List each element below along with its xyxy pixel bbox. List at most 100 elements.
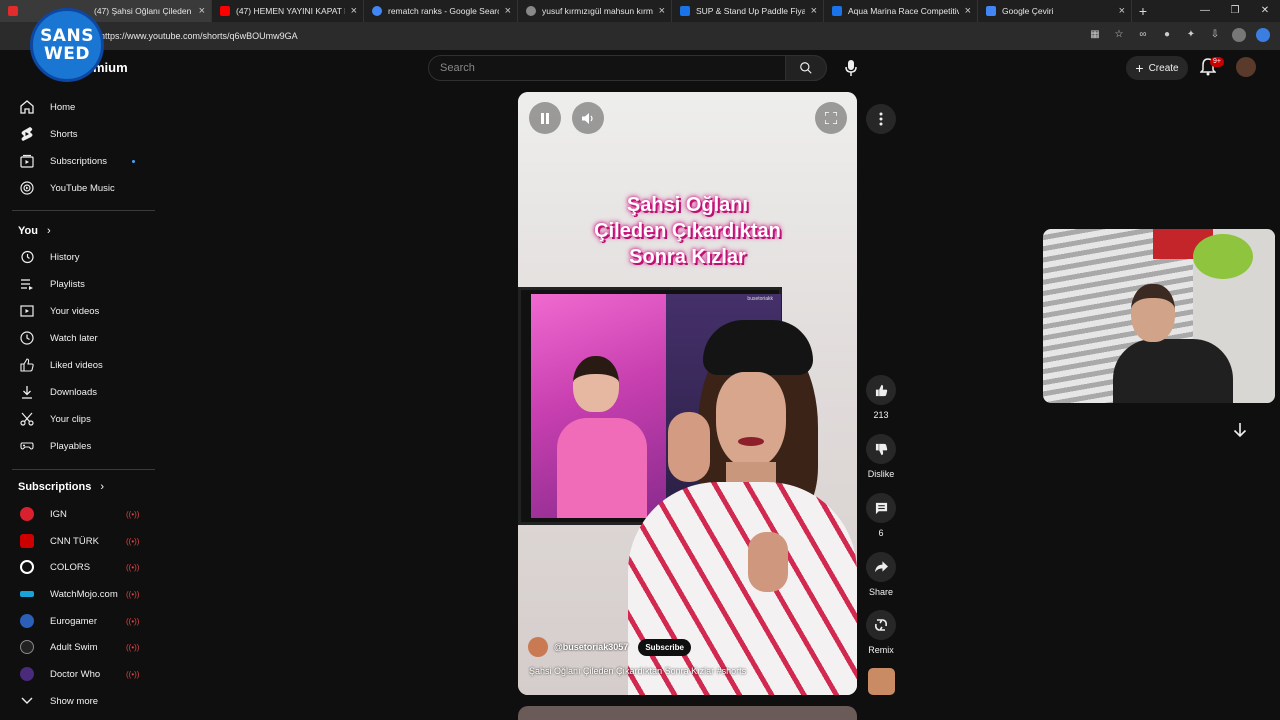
sidebar-item-your-videos[interactable]: Your videos [0, 298, 155, 324]
your-videos-icon [19, 303, 35, 319]
close-tab-icon[interactable]: × [505, 5, 511, 17]
sidebar-item-shorts[interactable]: Shorts [0, 121, 155, 147]
window-controls: — ❐ ✕ [1190, 0, 1280, 22]
scissors-icon [19, 411, 35, 427]
minimize-icon[interactable]: — [1190, 0, 1220, 22]
woman-figure-cap [703, 320, 813, 375]
grid-icon[interactable]: ▦ [1088, 28, 1102, 42]
next-video-button[interactable] [1233, 422, 1251, 440]
woman-figure-face [716, 372, 786, 468]
sidebar-show-more[interactable]: Show more [0, 688, 155, 714]
sidebar-channel-ign[interactable]: IGN ((•)) [0, 501, 155, 527]
channel-avatar [20, 614, 34, 628]
woman-figure-hand [668, 412, 710, 482]
browser-tab[interactable]: rematch ranks - Google Search × [364, 0, 518, 22]
woman-figure-lips [738, 437, 764, 446]
section-title: You [18, 225, 38, 237]
remix-label: Remix [868, 645, 894, 655]
close-tab-icon[interactable]: × [965, 5, 971, 17]
sidebar-channel-colors[interactable]: COLORS ((•)) [0, 554, 155, 580]
channel-handle[interactable]: @busetoriak3057 [554, 642, 628, 652]
subscriptions-icon [19, 153, 35, 169]
search-input[interactable]: Search [428, 55, 786, 81]
more-options-button[interactable] [866, 104, 896, 134]
dislike-button[interactable] [866, 434, 896, 464]
browser-tab[interactable]: (47) HEMEN YAYINI KAPAT KAN × [212, 0, 364, 22]
create-label: Create [1148, 62, 1179, 74]
subscribe-button[interactable]: Subscribe [638, 638, 691, 656]
sidebar-item-playlists[interactable]: Playlists [0, 271, 155, 297]
sidebar-channel-cnn-turk[interactable]: CNN TÜRK ((•)) [0, 528, 155, 554]
sidebar-item-label: History [50, 251, 80, 263]
browser-tab[interactable]: SUP & Stand Up Paddle Fiyatlar × [672, 0, 824, 22]
voice-search-button[interactable] [840, 57, 862, 79]
browser-tab[interactable]: yusuf kırmızıgül mahsun kırmızı × [518, 0, 672, 22]
section-title: Subscriptions [18, 481, 92, 493]
extension-icon[interactable]: ● [1160, 28, 1174, 42]
star-icon[interactable]: ☆ [1112, 28, 1126, 42]
notifications-button[interactable]: 9+ [1200, 57, 1224, 78]
share-button[interactable] [866, 552, 896, 582]
channel-avatar[interactable] [528, 637, 548, 657]
sidebar-item-history[interactable]: History [0, 244, 155, 270]
sidebar-subscriptions-section[interactable]: Subscriptions › [18, 481, 104, 493]
notification-badge: 9+ [1210, 57, 1224, 67]
close-tab-icon[interactable]: × [811, 5, 817, 17]
show-more-label: Show more [50, 695, 99, 707]
search-button[interactable] [785, 55, 827, 81]
tv-watermark: busetoriakk [747, 296, 773, 302]
browser-tab-active[interactable]: (47) Şahsi Oğlanı Çileden Ç × [0, 0, 212, 22]
url-field[interactable]: https://www.youtube.com/shorts/q6wBOUmw9… [84, 26, 1084, 46]
copilot-icon[interactable] [1256, 28, 1270, 42]
short-video-player[interactable]: Şahsi Oğlanı Çileden Çıkardıktan Sonra K… [518, 92, 857, 695]
remix-button[interactable] [866, 610, 896, 640]
sidebar-item-home[interactable]: Home [0, 94, 155, 120]
puzzle-icon[interactable]: ✦ [1184, 28, 1198, 42]
like-button[interactable] [866, 375, 896, 405]
sidebar-item-youtube-music[interactable]: YouTube Music [0, 175, 155, 201]
sidebar-channel-adult-swim[interactable]: Adult Swim ((•)) [0, 634, 155, 660]
account-avatar[interactable] [1236, 57, 1256, 77]
fullscreen-button[interactable] [815, 102, 847, 134]
sidebar-item-subscriptions[interactable]: Subscriptions [0, 148, 155, 174]
close-tab-icon[interactable]: × [659, 5, 665, 17]
sidebar-item-watch-later[interactable]: Watch later [0, 325, 155, 351]
comments-button[interactable] [866, 493, 896, 523]
downloads-icon[interactable]: ⇩ [1208, 28, 1222, 42]
chevron-right-icon: › [47, 225, 51, 237]
pause-button[interactable] [529, 102, 561, 134]
live-icon: ((•)) [126, 589, 140, 599]
next-short-preview[interactable] [518, 706, 857, 720]
sidebar-channel-doctor-who[interactable]: Doctor Who ((•)) [0, 661, 155, 687]
music-icon [19, 180, 35, 196]
sidebar-item-playables[interactable]: Playables [0, 433, 155, 459]
maximize-icon[interactable]: ❐ [1220, 0, 1250, 22]
search-icon [800, 62, 812, 74]
glasses-icon[interactable]: ∞ [1136, 28, 1150, 42]
sidebar-item-label: Playlists [50, 278, 85, 290]
close-tab-icon[interactable]: × [199, 5, 205, 17]
sidebar-you-section[interactable]: You › [18, 225, 51, 237]
create-button[interactable]: + Create [1126, 56, 1188, 80]
close-window-icon[interactable]: ✕ [1250, 0, 1280, 22]
woman-figure-shirt [628, 482, 857, 695]
close-tab-icon[interactable]: × [351, 5, 357, 17]
channel-avatar [20, 667, 34, 681]
sidebar-item-downloads[interactable]: Downloads [0, 379, 155, 405]
volume-button[interactable] [572, 102, 604, 134]
download-icon [19, 384, 35, 400]
sidebar-item-your-clips[interactable]: Your clips [0, 406, 155, 432]
sidebar-channel-eurogamer[interactable]: Eurogamer ((•)) [0, 608, 155, 634]
video-overlay-title: Şahsi Oğlanı Çileden Çıkardıktan Sonra K… [594, 194, 781, 268]
browser-tab[interactable]: Aqua Marina Race Competitive × [824, 0, 978, 22]
live-icon: ((•)) [126, 642, 140, 652]
comment-count: 6 [878, 528, 884, 538]
sound-thumbnail[interactable] [868, 668, 895, 695]
profile-icon[interactable] [1232, 28, 1246, 42]
new-tab-button[interactable]: + [1132, 3, 1154, 19]
sidebar-channel-watchmojo[interactable]: WatchMojo.com ((•)) [0, 581, 155, 607]
close-tab-icon[interactable]: × [1119, 5, 1125, 17]
video-caption[interactable]: Şahsi Oğlanı Çileden Çıkardıktan Sonra K… [529, 666, 746, 676]
browser-tab[interactable]: Google Çeviri × [978, 0, 1132, 22]
sidebar-item-liked-videos[interactable]: Liked videos [0, 352, 155, 378]
